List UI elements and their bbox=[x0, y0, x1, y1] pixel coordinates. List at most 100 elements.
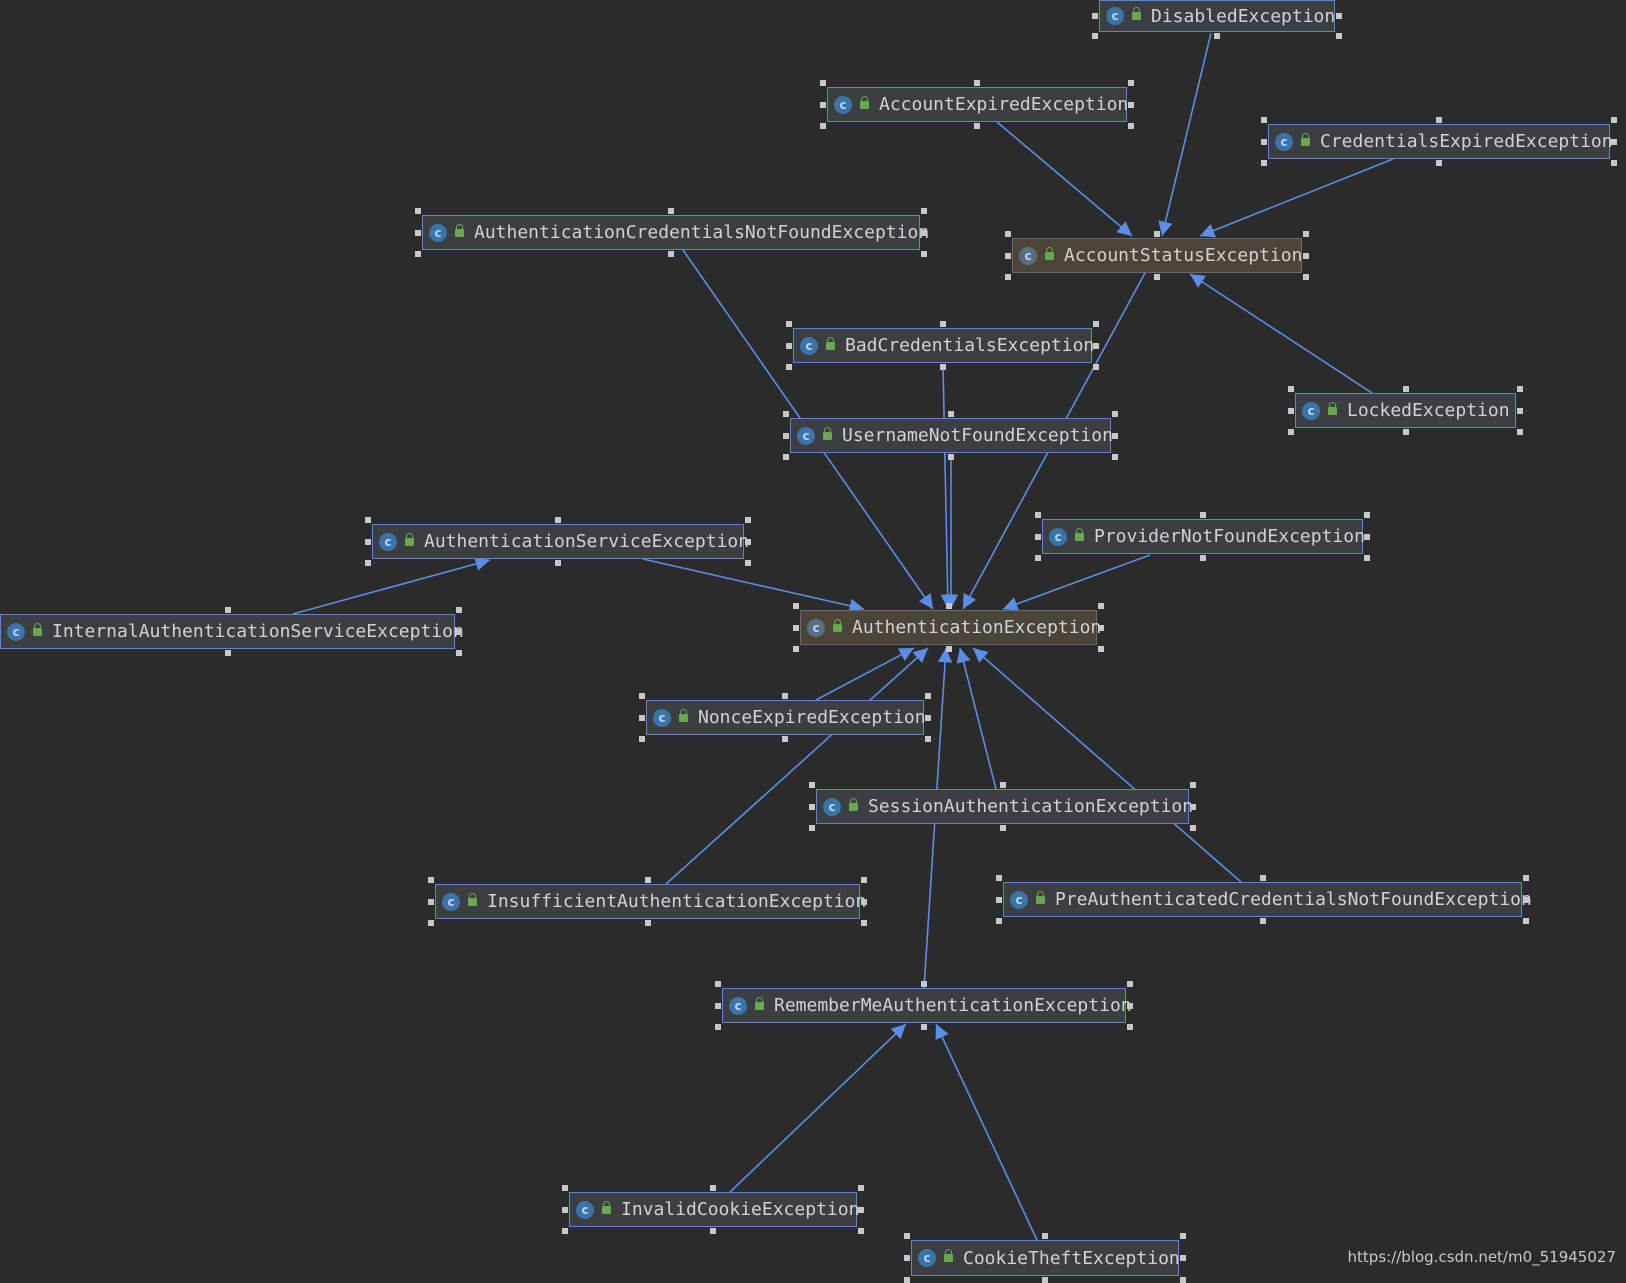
selection-handle[interactable] bbox=[365, 538, 371, 545]
selection-handle[interactable] bbox=[996, 875, 1002, 881]
node-locked-exception[interactable]: c LockedException bbox=[1295, 393, 1516, 428]
selection-handle[interactable] bbox=[793, 603, 799, 609]
selection-handle[interactable] bbox=[921, 981, 927, 987]
selection-handle[interactable] bbox=[1127, 981, 1133, 987]
selection-handle[interactable] bbox=[710, 1228, 716, 1234]
node-disabled-exception[interactable]: c DisabledException bbox=[1099, 0, 1335, 32]
selection-handle[interactable] bbox=[809, 782, 815, 788]
selection-handle[interactable] bbox=[562, 1185, 568, 1191]
selection-handle[interactable] bbox=[782, 736, 788, 742]
selection-handle[interactable] bbox=[904, 1255, 910, 1261]
selection-handle[interactable] bbox=[1035, 512, 1041, 518]
selection-handle[interactable] bbox=[745, 517, 751, 523]
selection-handle[interactable] bbox=[1098, 646, 1104, 652]
node-account-expired-exception[interactable]: c AccountExpiredException bbox=[827, 87, 1128, 122]
selection-handle[interactable] bbox=[1112, 454, 1118, 460]
selection-handle[interactable] bbox=[921, 1024, 927, 1030]
selection-handle[interactable] bbox=[1035, 555, 1041, 561]
selection-handle[interactable] bbox=[1199, 512, 1206, 518]
selection-handle[interactable] bbox=[1042, 1233, 1048, 1239]
selection-handle[interactable] bbox=[1402, 429, 1409, 435]
selection-handle[interactable] bbox=[861, 877, 867, 883]
node-cookie-theft-exception[interactable]: c CookieTheftException bbox=[911, 1240, 1180, 1276]
selection-handle[interactable] bbox=[1214, 33, 1220, 39]
selection-handle[interactable] bbox=[1259, 875, 1266, 881]
selection-handle[interactable] bbox=[1127, 1002, 1133, 1009]
selection-handle[interactable] bbox=[715, 1002, 721, 1009]
selection-handle[interactable] bbox=[782, 693, 788, 699]
selection-handle[interactable] bbox=[1436, 117, 1442, 123]
selection-handle[interactable] bbox=[1288, 386, 1294, 392]
selection-handle[interactable] bbox=[1154, 274, 1160, 280]
selection-handle[interactable] bbox=[1261, 117, 1267, 123]
selection-handle[interactable] bbox=[945, 646, 952, 652]
selection-handle[interactable] bbox=[1093, 364, 1099, 370]
selection-handle[interactable] bbox=[786, 321, 792, 327]
selection-handle[interactable] bbox=[1190, 803, 1196, 810]
selection-handle[interactable] bbox=[1190, 825, 1196, 831]
selection-handle[interactable] bbox=[1005, 231, 1011, 237]
selection-handle[interactable] bbox=[668, 251, 674, 257]
selection-handle[interactable] bbox=[1042, 1277, 1048, 1283]
selection-handle[interactable] bbox=[555, 517, 561, 523]
selection-handle[interactable] bbox=[783, 432, 789, 439]
selection-handle[interactable] bbox=[224, 607, 231, 613]
selection-handle[interactable] bbox=[1180, 1277, 1186, 1283]
selection-handle[interactable] bbox=[1303, 274, 1309, 280]
selection-handle[interactable] bbox=[1112, 432, 1118, 439]
selection-handle[interactable] bbox=[562, 1206, 568, 1213]
selection-handle[interactable] bbox=[1303, 231, 1309, 237]
selection-handle[interactable] bbox=[1098, 603, 1104, 609]
node-account-status-exception[interactable]: c AccountStatusException bbox=[1012, 238, 1302, 273]
node-credentials-expired-exception[interactable]: c CredentialsExpiredException bbox=[1268, 124, 1613, 159]
selection-handle[interactable] bbox=[858, 1185, 864, 1191]
selection-handle[interactable] bbox=[999, 825, 1006, 831]
selection-handle[interactable] bbox=[639, 714, 645, 721]
selection-handle[interactable] bbox=[820, 80, 826, 86]
selection-handle[interactable] bbox=[1092, 33, 1098, 39]
selection-handle[interactable] bbox=[925, 736, 931, 742]
selection-handle[interactable] bbox=[786, 342, 792, 349]
selection-handle[interactable] bbox=[456, 650, 462, 656]
selection-handle[interactable] bbox=[1517, 429, 1523, 435]
selection-handle[interactable] bbox=[996, 918, 1002, 924]
selection-handle[interactable] bbox=[1288, 407, 1294, 414]
selection-handle[interactable] bbox=[415, 208, 421, 214]
node-authentication-service-exception[interactable]: c AuthenticationServiceException bbox=[372, 524, 749, 559]
selection-handle[interactable] bbox=[365, 560, 371, 566]
selection-handle[interactable] bbox=[745, 538, 751, 545]
selection-handle[interactable] bbox=[1523, 918, 1529, 924]
selection-handle[interactable] bbox=[1261, 160, 1267, 166]
selection-handle[interactable] bbox=[809, 825, 815, 831]
selection-handle[interactable] bbox=[1364, 555, 1370, 561]
selection-handle[interactable] bbox=[715, 1024, 721, 1030]
node-invalid-cookie-exception[interactable]: c InvalidCookieException bbox=[569, 1192, 859, 1227]
selection-handle[interactable] bbox=[921, 251, 927, 257]
selection-handle[interactable] bbox=[428, 898, 434, 905]
selection-handle[interactable] bbox=[1523, 875, 1529, 881]
selection-handle[interactable] bbox=[1523, 896, 1529, 903]
selection-handle[interactable] bbox=[456, 607, 462, 613]
selection-handle[interactable] bbox=[1180, 1255, 1186, 1261]
selection-handle[interactable] bbox=[1005, 274, 1011, 280]
selection-handle[interactable] bbox=[1517, 407, 1523, 414]
selection-handle[interactable] bbox=[1517, 386, 1523, 392]
selection-handle[interactable] bbox=[858, 1206, 864, 1213]
selection-handle[interactable] bbox=[644, 920, 651, 926]
selection-handle[interactable] bbox=[809, 803, 815, 810]
selection-handle[interactable] bbox=[639, 736, 645, 742]
node-username-not-found-exception[interactable]: c UsernameNotFoundException bbox=[790, 418, 1113, 453]
selection-handle[interactable] bbox=[820, 101, 826, 108]
selection-handle[interactable] bbox=[745, 560, 751, 566]
selection-handle[interactable] bbox=[947, 454, 954, 460]
selection-handle[interactable] bbox=[783, 411, 789, 417]
node-provider-not-found-exception[interactable]: c ProviderNotFoundException bbox=[1042, 519, 1365, 554]
selection-handle[interactable] bbox=[858, 1228, 864, 1234]
selection-handle[interactable] bbox=[1261, 138, 1267, 145]
selection-handle[interactable] bbox=[939, 364, 946, 370]
selection-handle[interactable] bbox=[904, 1277, 910, 1283]
node-bad-credentials-exception[interactable]: c BadCredentialsException bbox=[793, 328, 1094, 363]
selection-handle[interactable] bbox=[786, 364, 792, 370]
selection-handle[interactable] bbox=[793, 624, 799, 631]
selection-handle[interactable] bbox=[1303, 252, 1309, 259]
